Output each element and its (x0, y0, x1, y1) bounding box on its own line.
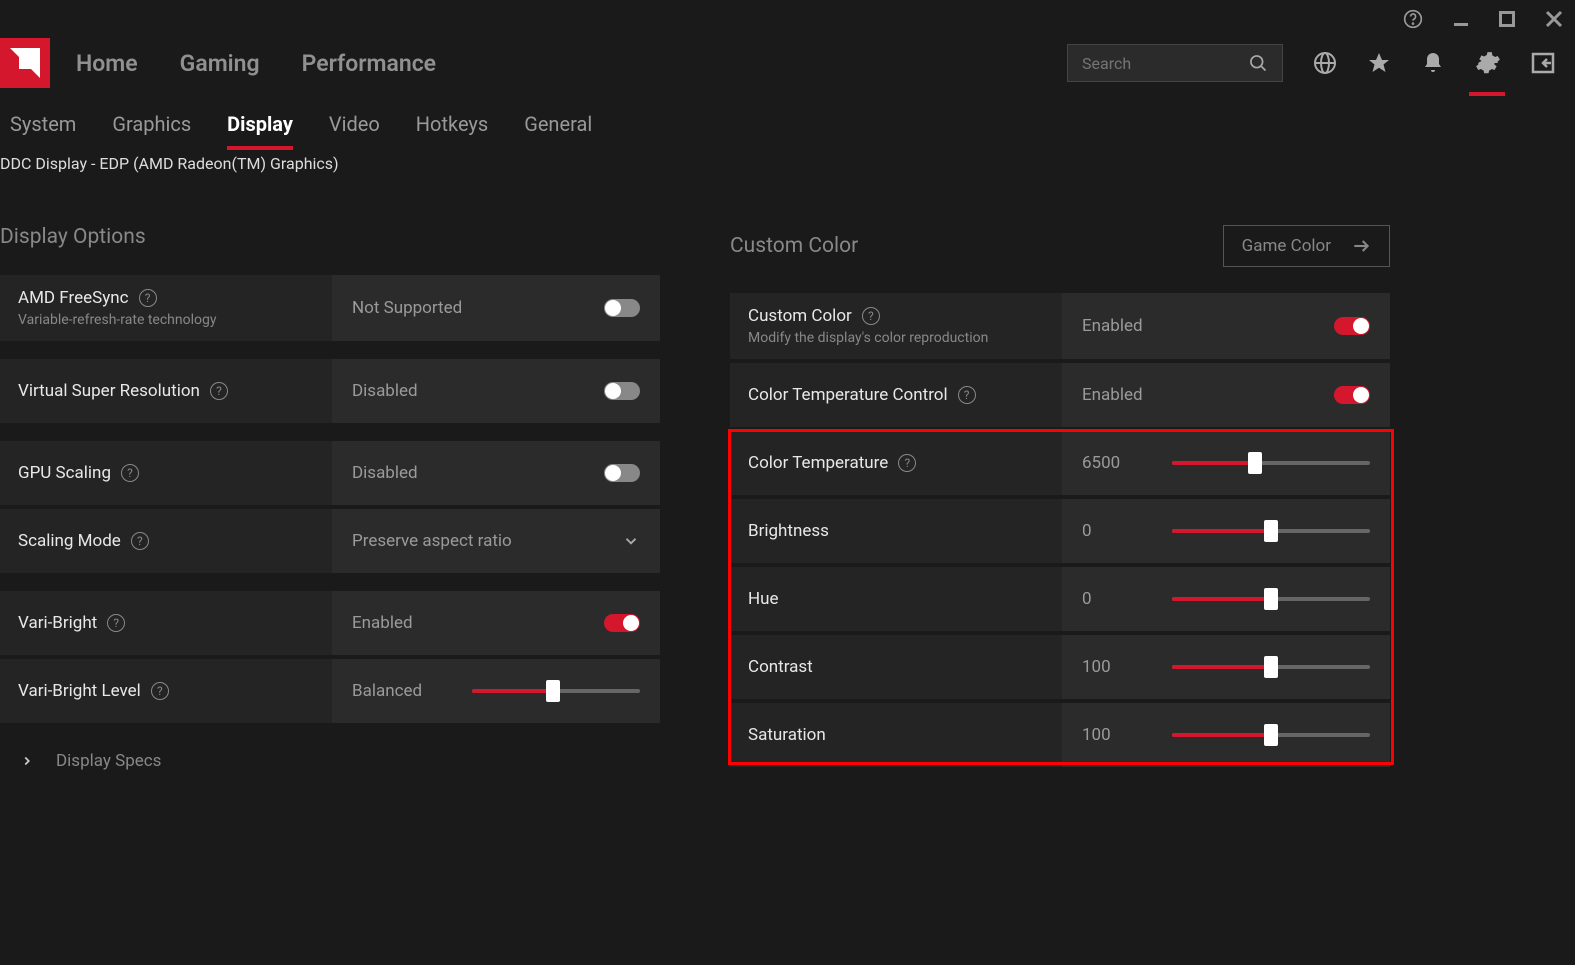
subnav-video[interactable]: Video (329, 112, 380, 136)
vsr-label-cell: Virtual Super Resolution ? (0, 359, 332, 423)
minimize-icon[interactable] (1453, 11, 1469, 27)
game-color-label: Game Color (1242, 236, 1331, 256)
gpu-scaling-label: GPU Scaling (18, 463, 111, 483)
brightness-slider[interactable] (1172, 529, 1370, 533)
color-temp-label: Color Temperature (748, 453, 888, 473)
close-icon[interactable] (1545, 10, 1563, 28)
gpu-scaling-label-cell: GPU Scaling ? (0, 441, 332, 505)
scaling-mode-dropdown[interactable]: Preserve aspect ratio (332, 509, 660, 573)
contrast-label-cell: Contrast (730, 635, 1062, 699)
nav-home[interactable]: Home (76, 50, 138, 77)
vari-bright-level-label-cell: Vari-Bright Level ? (0, 659, 332, 723)
game-color-button[interactable]: Game Color (1223, 225, 1390, 267)
saturation-value: 100 (1082, 725, 1142, 745)
freesync-label: AMD FreeSync (18, 288, 129, 308)
custom-color-toggle[interactable] (1334, 317, 1370, 335)
chevron-down-icon (622, 532, 640, 550)
help-icon[interactable]: ? (121, 464, 139, 482)
custom-color-label: Custom Color (748, 306, 852, 326)
help-icon[interactable]: ? (898, 454, 916, 472)
amd-logo[interactable] (0, 38, 50, 88)
vari-bright-label: Vari-Bright (18, 613, 97, 633)
bell-icon[interactable] (1421, 51, 1445, 75)
gear-icon[interactable] (1475, 50, 1501, 76)
custom-color-title: Custom Color (730, 234, 858, 258)
nav-gaming[interactable]: Gaming (180, 50, 260, 77)
freesync-toggle[interactable] (604, 299, 640, 317)
saturation-slider[interactable] (1172, 733, 1370, 737)
freesync-status: Not Supported (352, 298, 462, 318)
help-icon[interactable] (1403, 9, 1423, 29)
vari-bright-label-cell: Vari-Bright ? (0, 591, 332, 655)
subnav-system[interactable]: System (10, 112, 76, 136)
ctc-label-cell: Color Temperature Control ? (730, 363, 1062, 427)
globe-icon[interactable] (1313, 51, 1337, 75)
search-box[interactable] (1067, 44, 1283, 82)
display-options-title: Display Options (0, 225, 146, 249)
contrast-label: Contrast (748, 657, 813, 677)
vsr-label: Virtual Super Resolution (18, 381, 200, 401)
search-icon[interactable] (1248, 53, 1268, 73)
freesync-sublabel: Variable-refresh-rate technology (18, 312, 332, 328)
search-input[interactable] (1082, 54, 1222, 73)
scaling-mode-label: Scaling Mode (18, 531, 121, 551)
vari-bright-level-slider[interactable] (472, 689, 640, 693)
display-identifier: DDC Display - EDP (AMD Radeon(TM) Graphi… (0, 154, 1575, 173)
hue-value: 0 (1082, 589, 1142, 609)
scaling-mode-label-cell: Scaling Mode ? (0, 509, 332, 573)
vsr-toggle[interactable] (604, 382, 640, 400)
gpu-scaling-toggle[interactable] (604, 464, 640, 482)
help-icon[interactable]: ? (862, 307, 880, 325)
saturation-label-cell: Saturation (730, 703, 1062, 767)
contrast-slider[interactable] (1172, 665, 1370, 669)
arrow-right-icon (1351, 236, 1371, 256)
vari-bright-level-label: Vari-Bright Level (18, 681, 141, 701)
custom-color-sublabel: Modify the display's color reproduction (748, 330, 1062, 346)
freesync-label-cell: AMD FreeSync ? Variable-refresh-rate tec… (0, 275, 332, 341)
subnav-display[interactable]: Display (227, 112, 293, 136)
nav-performance[interactable]: Performance (302, 50, 436, 77)
help-icon[interactable]: ? (131, 532, 149, 550)
saturation-label: Saturation (748, 725, 826, 745)
vari-bright-level-value: Balanced (352, 681, 422, 701)
custom-color-status: Enabled (1082, 316, 1143, 336)
gpu-scaling-status: Disabled (352, 463, 418, 483)
vsr-status: Disabled (352, 381, 418, 401)
help-icon[interactable]: ? (151, 682, 169, 700)
brightness-label: Brightness (748, 521, 829, 541)
color-temp-value: 6500 (1082, 453, 1142, 473)
contrast-value: 100 (1082, 657, 1142, 677)
hue-label: Hue (748, 589, 779, 609)
vari-bright-status: Enabled (352, 613, 413, 633)
help-icon[interactable]: ? (139, 289, 157, 307)
color-temp-label-cell: Color Temperature ? (730, 431, 1062, 495)
ctc-label: Color Temperature Control (748, 385, 948, 405)
color-temp-slider[interactable] (1172, 461, 1370, 465)
help-icon[interactable]: ? (210, 382, 228, 400)
ctc-status: Enabled (1082, 385, 1143, 405)
hue-slider[interactable] (1172, 597, 1370, 601)
hue-label-cell: Hue (730, 567, 1062, 631)
subnav-general[interactable]: General (524, 112, 592, 136)
maximize-icon[interactable] (1499, 11, 1515, 27)
brightness-value: 0 (1082, 521, 1142, 541)
help-icon[interactable]: ? (107, 614, 125, 632)
collapse-icon[interactable] (1531, 51, 1555, 75)
star-icon[interactable] (1367, 51, 1391, 75)
help-icon[interactable]: ? (958, 386, 976, 404)
display-specs-label: Display Specs (56, 751, 161, 771)
vari-bright-toggle[interactable] (604, 614, 640, 632)
scaling-mode-value: Preserve aspect ratio (352, 531, 512, 551)
subnav-hotkeys[interactable]: Hotkeys (416, 112, 488, 136)
display-specs-toggle[interactable]: Display Specs (0, 751, 660, 771)
brightness-label-cell: Brightness (730, 499, 1062, 563)
ctc-toggle[interactable] (1334, 386, 1370, 404)
custom-color-label-cell: Custom Color ? Modify the display's colo… (730, 293, 1062, 359)
subnav-graphics[interactable]: Graphics (112, 112, 191, 136)
chevron-right-icon (20, 754, 34, 768)
